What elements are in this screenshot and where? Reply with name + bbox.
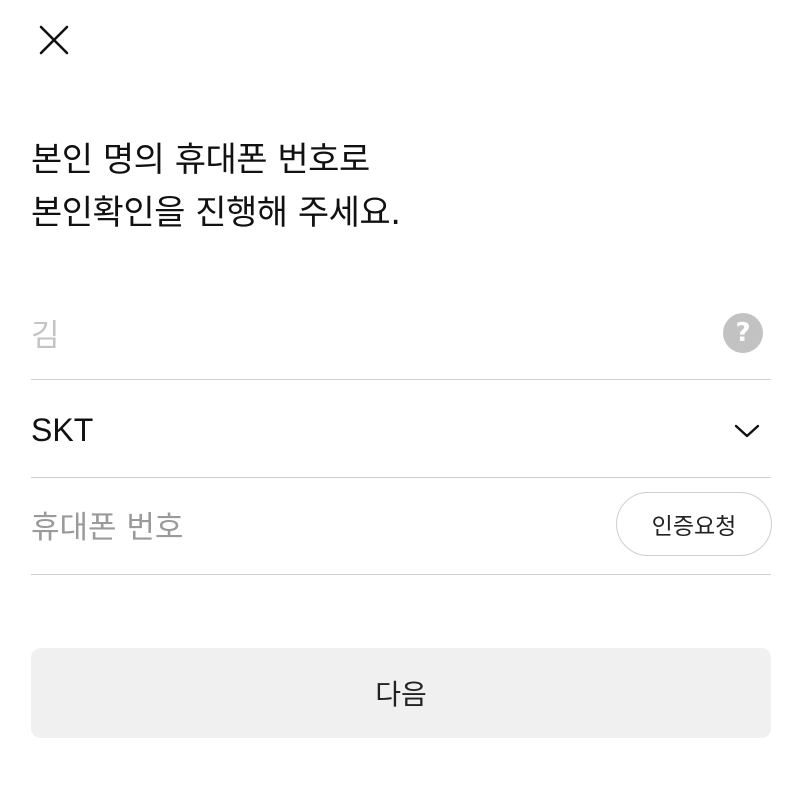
name-field[interactable]: 김 ? <box>31 286 771 380</box>
carrier-selected-value: SKT <box>31 412 94 448</box>
page-title-line-1: 본인 명의 휴대폰 번호로 <box>31 140 370 180</box>
close-button[interactable] <box>30 18 78 62</box>
identity-verification-screen: 본인 명의 휴대폰 번호로 본인확인을 진행해 주세요. 김 ? SKT 인증요… <box>0 0 800 791</box>
question-circle-icon[interactable]: ? <box>723 312 763 353</box>
phone-field: 인증요청 <box>31 481 772 575</box>
name-value: 김 <box>31 318 60 354</box>
chevron-down-icon <box>733 417 761 445</box>
page-title: 본인 명의 휴대폰 번호로 본인확인을 진행해 주세요. <box>31 134 771 240</box>
next-button[interactable]: 다음 <box>31 648 771 738</box>
close-icon <box>39 25 69 55</box>
page-title-line-2: 본인확인을 진행해 주세요. <box>31 193 401 233</box>
phone-number-input[interactable] <box>31 509 551 546</box>
request-verification-button[interactable]: 인증요청 <box>616 491 772 556</box>
carrier-select[interactable]: SKT <box>31 384 771 478</box>
